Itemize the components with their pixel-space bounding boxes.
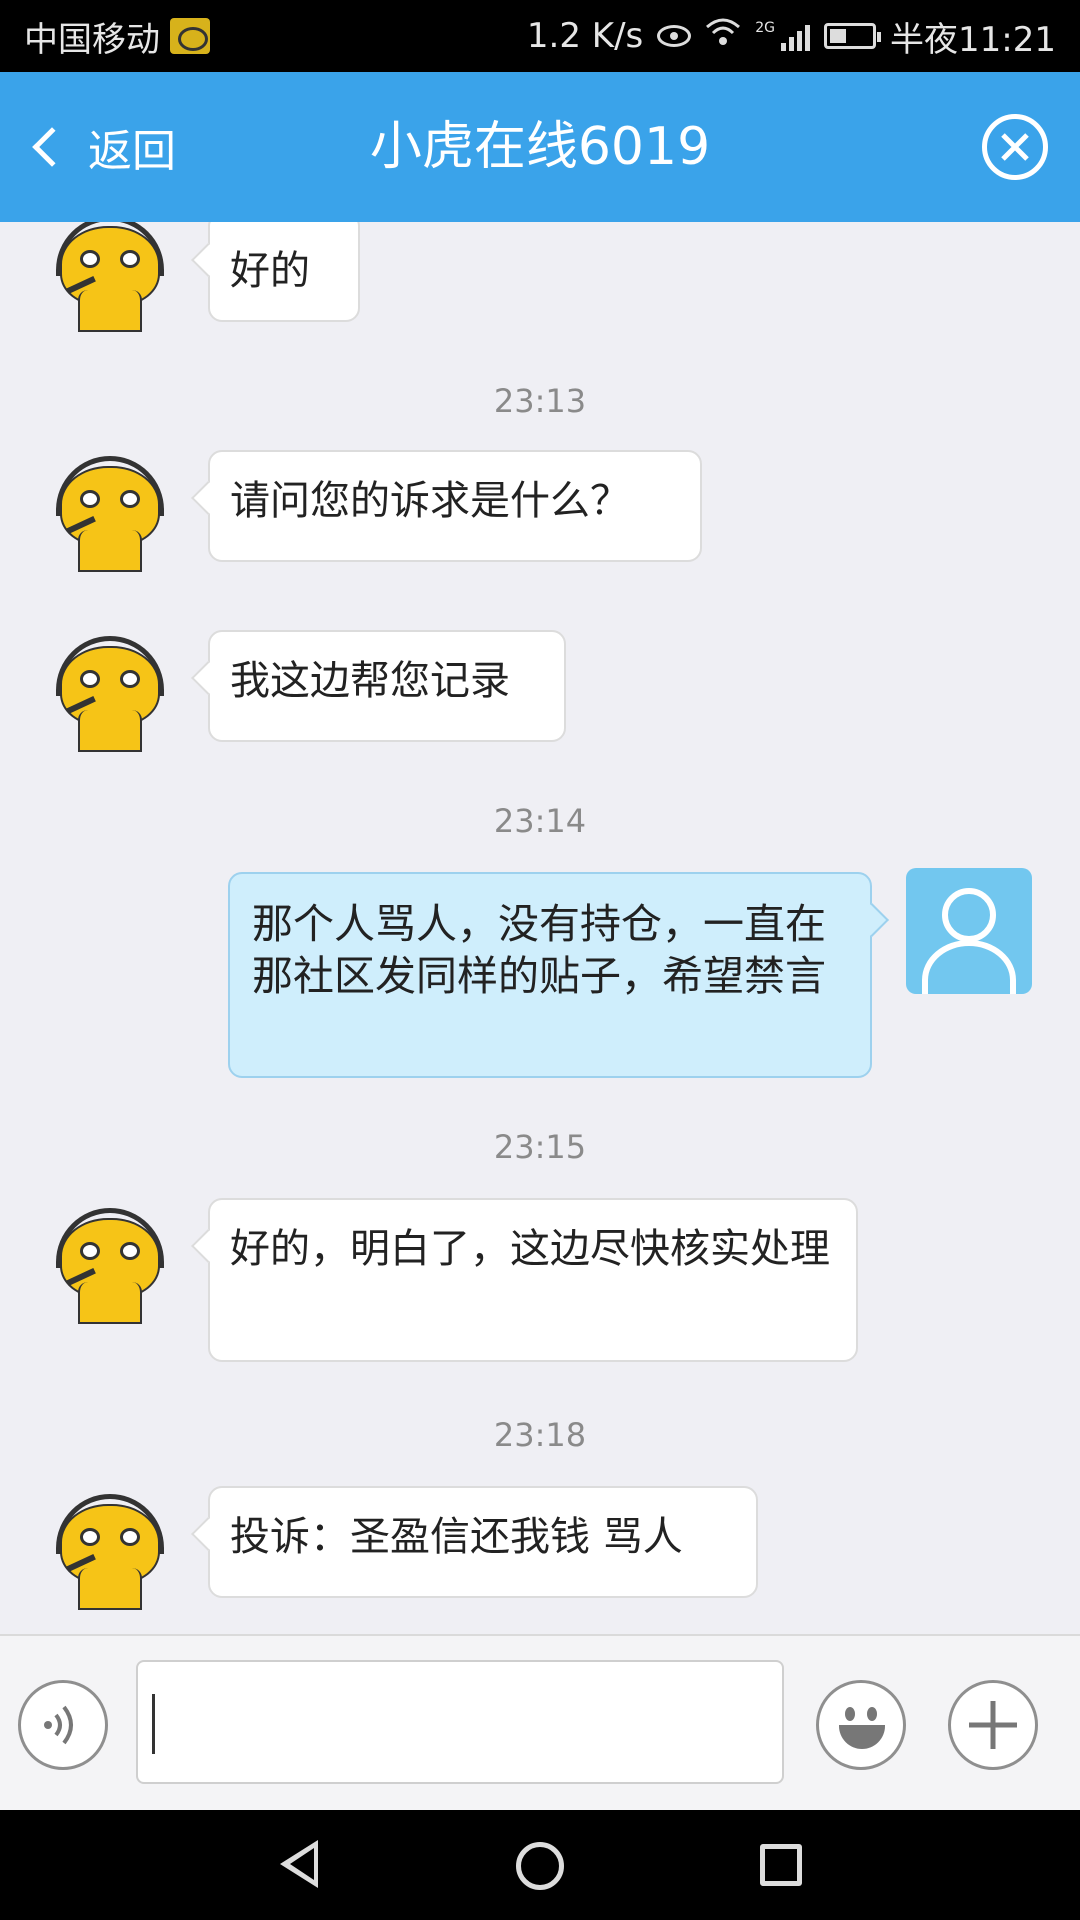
agent-avatar[interactable] [56, 636, 164, 752]
nav-recent-icon[interactable] [760, 1844, 802, 1886]
message-text: 我这边帮您记录 [230, 658, 510, 704]
timestamp: 23:14 [493, 802, 587, 840]
agent-avatar[interactable] [56, 1494, 164, 1610]
timestamp: 23:18 [493, 1416, 587, 1454]
agent-message[interactable]: 投诉：圣盈信还我钱 骂人 [208, 1486, 758, 1598]
carrier-badge-icon [170, 18, 210, 54]
chat-header: 返回 小虎在线6019 [0, 72, 1080, 222]
agent-avatar[interactable] [56, 222, 164, 332]
status-bar-left: 中国移动 [24, 12, 210, 61]
close-icon[interactable] [982, 114, 1048, 180]
clock: 半夜11:21 [890, 19, 1056, 60]
page-title: 小虎在线6019 [369, 117, 711, 177]
signal-icon [781, 21, 811, 51]
agent-avatar[interactable] [56, 456, 164, 572]
nav-home-icon[interactable] [516, 1842, 564, 1890]
agent-avatar[interactable] [56, 1208, 164, 1324]
chat-list[interactable]: 好的 23:13 请问您的诉求是什么？ 我这边帮您记录 23:14 那个人骂人，… [0, 222, 1080, 1634]
plus-icon[interactable] [948, 1680, 1038, 1770]
emoji-icon[interactable] [816, 1680, 906, 1770]
eye-icon [657, 25, 692, 47]
message-text: 好的，明白了，这边尽快核实处理 [230, 1226, 830, 1272]
carrier-name: 中国移动 [24, 19, 160, 60]
system-nav-bar [0, 1810, 1080, 1920]
message-input[interactable] [136, 1660, 784, 1784]
status-bar-right: 1.2 K/s 2G 半夜11:21 [527, 12, 1056, 61]
agent-message[interactable]: 我这边帮您记录 [208, 630, 566, 742]
net-speed: 1.2 K/s [526, 16, 644, 56]
agent-message[interactable]: 好的 [208, 222, 360, 322]
user-message[interactable]: 那个人骂人，没有持仓，一直在那社区发同样的贴子，希望禁言 [228, 872, 872, 1078]
message-text: 投诉：圣盈信还我钱 骂人 [230, 1514, 683, 1560]
message-text: 请问您的诉求是什么？ [230, 478, 630, 524]
wifi-icon [705, 16, 741, 56]
nav-back-icon[interactable] [280, 1840, 318, 1888]
network-type: 2G [755, 20, 776, 36]
timestamp: 23:15 [493, 1128, 587, 1166]
agent-message[interactable]: 好的，明白了，这边尽快核实处理 [208, 1198, 858, 1362]
agent-message[interactable]: 请问您的诉求是什么？ [208, 450, 702, 562]
timestamp: 23:13 [493, 382, 587, 420]
status-bar: 中国移动 1.2 K/s 2G 半夜11:21 [0, 0, 1080, 72]
battery-icon [824, 23, 882, 49]
voice-icon[interactable] [18, 1680, 108, 1770]
message-text: 好的 [230, 248, 310, 294]
text-caret [152, 1694, 155, 1754]
input-bar [0, 1634, 1080, 1810]
user-avatar[interactable] [906, 868, 1032, 994]
message-text: 那个人骂人，没有持仓，一直在那社区发同样的贴子，希望禁言 [252, 900, 826, 1000]
